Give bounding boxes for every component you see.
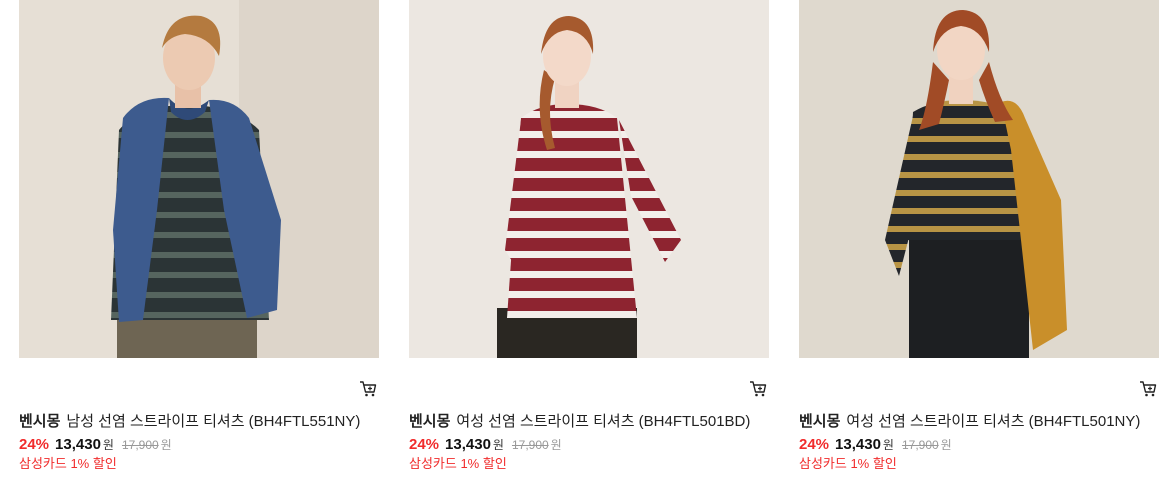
discount-rate: 24% bbox=[409, 436, 440, 453]
original-price: 17,900 bbox=[511, 438, 549, 452]
cart-icon[interactable] bbox=[359, 380, 377, 398]
price-unit: 원 bbox=[882, 438, 894, 452]
price-row: 24% 13,430 원 17,900 원 bbox=[19, 436, 172, 454]
product-card[interactable]: 벤시몽 남성 선염 스트라이프 티셔츠 (BH4FTL551NY) 24% 13,4… bbox=[19, 0, 379, 485]
product-image[interactable] bbox=[409, 0, 769, 358]
original-price: 17,900 bbox=[121, 438, 159, 452]
product-title: 여성 선염 스트라이프 티셔츠 (BH4FTL501NY) bbox=[846, 413, 1141, 430]
product-card[interactable]: 벤시몽 여성 선염 스트라이프 티셔츠 (BH4FTL501NY) 24% 13,4… bbox=[799, 0, 1159, 485]
product-brand: 벤시몽 bbox=[799, 413, 841, 430]
product-title: 남성 선염 스트라이프 티셔츠 (BH4FTL551NY) bbox=[66, 413, 361, 430]
card-promo: 삼성카드 1% 할인 bbox=[799, 456, 897, 471]
cart-icon[interactable] bbox=[1139, 380, 1157, 398]
product-image[interactable] bbox=[799, 0, 1159, 358]
product-brand: 벤시몽 bbox=[19, 413, 61, 430]
card-promo: 삼성카드 1% 할인 bbox=[19, 456, 117, 471]
card-promo: 삼성카드 1% 할인 bbox=[409, 456, 507, 471]
cart-icon[interactable] bbox=[749, 380, 767, 398]
discount-rate: 24% bbox=[799, 436, 830, 453]
sale-price: 13,430 bbox=[835, 436, 881, 453]
product-name[interactable]: 벤시몽 여성 선염 스트라이프 티셔츠 (BH4FTL501NY) bbox=[799, 413, 1159, 431]
original-price-unit: 원 bbox=[160, 438, 172, 452]
product-title: 여성 선염 스트라이프 티셔츠 (BH4FTL501BD) bbox=[456, 413, 751, 430]
discount-rate: 24% bbox=[19, 436, 50, 453]
product-grid: 벤시몽 남성 선염 스트라이프 티셔츠 (BH4FTL551NY) 24% 13,4… bbox=[0, 0, 1168, 485]
product-brand: 벤시몽 bbox=[409, 413, 451, 430]
product-card[interactable]: 벤시몽 여성 선염 스트라이프 티셔츠 (BH4FTL501BD) 24% 13,4… bbox=[409, 0, 769, 485]
original-price: 17,900 bbox=[901, 438, 939, 452]
product-image[interactable] bbox=[19, 0, 379, 358]
product-name[interactable]: 벤시몽 여성 선염 스트라이프 티셔츠 (BH4FTL501BD) bbox=[409, 413, 769, 431]
price-unit: 원 bbox=[102, 438, 114, 452]
price-row: 24% 13,430 원 17,900 원 bbox=[409, 436, 562, 454]
price-unit: 원 bbox=[492, 438, 504, 452]
price-row: 24% 13,430 원 17,900 원 bbox=[799, 436, 952, 454]
original-price-unit: 원 bbox=[550, 438, 562, 452]
original-price-unit: 원 bbox=[940, 438, 952, 452]
product-name[interactable]: 벤시몽 남성 선염 스트라이프 티셔츠 (BH4FTL551NY) bbox=[19, 413, 379, 431]
sale-price: 13,430 bbox=[445, 436, 491, 453]
sale-price: 13,430 bbox=[55, 436, 101, 453]
